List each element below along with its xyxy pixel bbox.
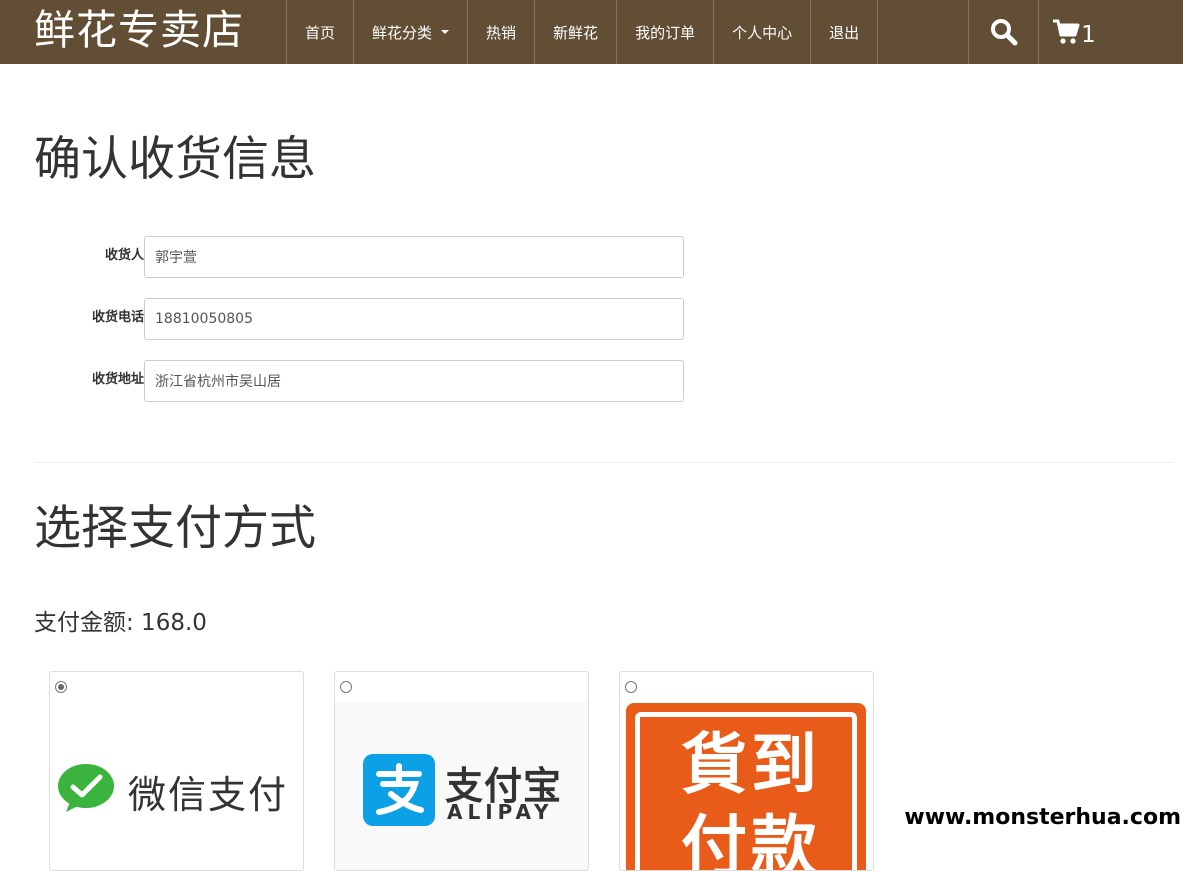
payment-option-cod[interactable]: 貨到 付款 — [619, 671, 874, 871]
cod-line-2: 付款 — [681, 807, 821, 871]
cod-radio[interactable] — [625, 681, 637, 693]
alipay-english-label: ALIPAY — [447, 800, 554, 824]
receiver-row: 收货人 — [34, 236, 694, 278]
nav-item-home[interactable]: 首页 — [287, 0, 355, 64]
shopping-cart-icon — [1053, 19, 1080, 44]
alipay-logo-area: 支付宝 ALIPAY — [335, 702, 588, 870]
wechat-logo-icon — [58, 764, 114, 812]
phone-row: 收货电话 — [34, 298, 694, 340]
section-divider — [34, 462, 1174, 463]
receiver-input[interactable] — [144, 236, 684, 278]
nav-item-label: 首页 — [305, 23, 336, 42]
nav-item-categories[interactable]: 鲜花分类 — [354, 0, 469, 64]
nav-item-label: 个人中心 — [732, 23, 793, 42]
address-label: 收货地址 — [91, 372, 144, 387]
nav-item-logout[interactable]: 退出 — [811, 0, 879, 64]
wechat-pay-label: 微信支付 — [128, 773, 289, 817]
wechat-radio[interactable] — [55, 681, 67, 693]
search-icon — [990, 19, 1017, 46]
cart-button[interactable]: 1 — [1039, 0, 1105, 64]
watermark: www.monsterhua.com — [904, 805, 1181, 830]
nav-item-profile[interactable]: 个人中心 — [714, 0, 812, 64]
address-row: 收货地址 — [34, 360, 694, 402]
navbar: 鲜花专卖店 首页 鲜花分类 热销 新鲜花 我的订单 个人中心 退出 1 — [0, 0, 1183, 64]
nav-item-label: 新鲜花 — [553, 23, 599, 42]
payment-option-alipay[interactable]: 支付宝 ALIPAY — [334, 671, 589, 871]
phone-input[interactable] — [144, 298, 684, 340]
nav-item-orders[interactable]: 我的订单 — [617, 0, 715, 64]
alipay-glyph-icon — [376, 763, 424, 815]
cod-line-1: 貨到 — [681, 725, 821, 803]
nav-item-label: 退出 — [829, 23, 860, 42]
nav-menu: 首页 鲜花分类 热销 新鲜花 我的订单 个人中心 退出 — [286, 0, 879, 64]
cod-logo-area: 貨到 付款 — [620, 702, 873, 870]
cart-count-badge: 1 — [1081, 22, 1096, 48]
caret-down-icon — [441, 30, 450, 34]
nav-item-label: 鲜花分类 — [372, 23, 433, 42]
nav-right: 1 — [968, 0, 1105, 64]
nav-item-label: 我的订单 — [635, 23, 696, 42]
nav-item-new[interactable]: 新鲜花 — [535, 0, 618, 64]
payment-option-wechat[interactable]: 微信支付 — [49, 671, 304, 871]
cod-logo: 貨到 付款 — [626, 703, 866, 870]
cod-logo-frame: 貨到 付款 — [635, 712, 857, 870]
payment-amount: 支付金额: 168.0 — [34, 610, 207, 636]
brand-logo[interactable]: 鲜花专卖店 — [34, 4, 244, 56]
nav-item-hot[interactable]: 热销 — [468, 0, 536, 64]
alipay-radio[interactable] — [340, 681, 352, 693]
wechat-logo-area: 微信支付 — [50, 702, 303, 870]
receiver-label: 收货人 — [104, 248, 144, 263]
alipay-logo-icon — [363, 754, 435, 826]
search-button[interactable] — [969, 0, 1039, 64]
nav-item-label: 热销 — [486, 23, 517, 42]
confirm-info-title: 确认收货信息 — [34, 132, 316, 187]
phone-label: 收货电话 — [91, 310, 144, 325]
address-input[interactable] — [144, 360, 684, 402]
payment-method-title: 选择支付方式 — [34, 501, 316, 556]
